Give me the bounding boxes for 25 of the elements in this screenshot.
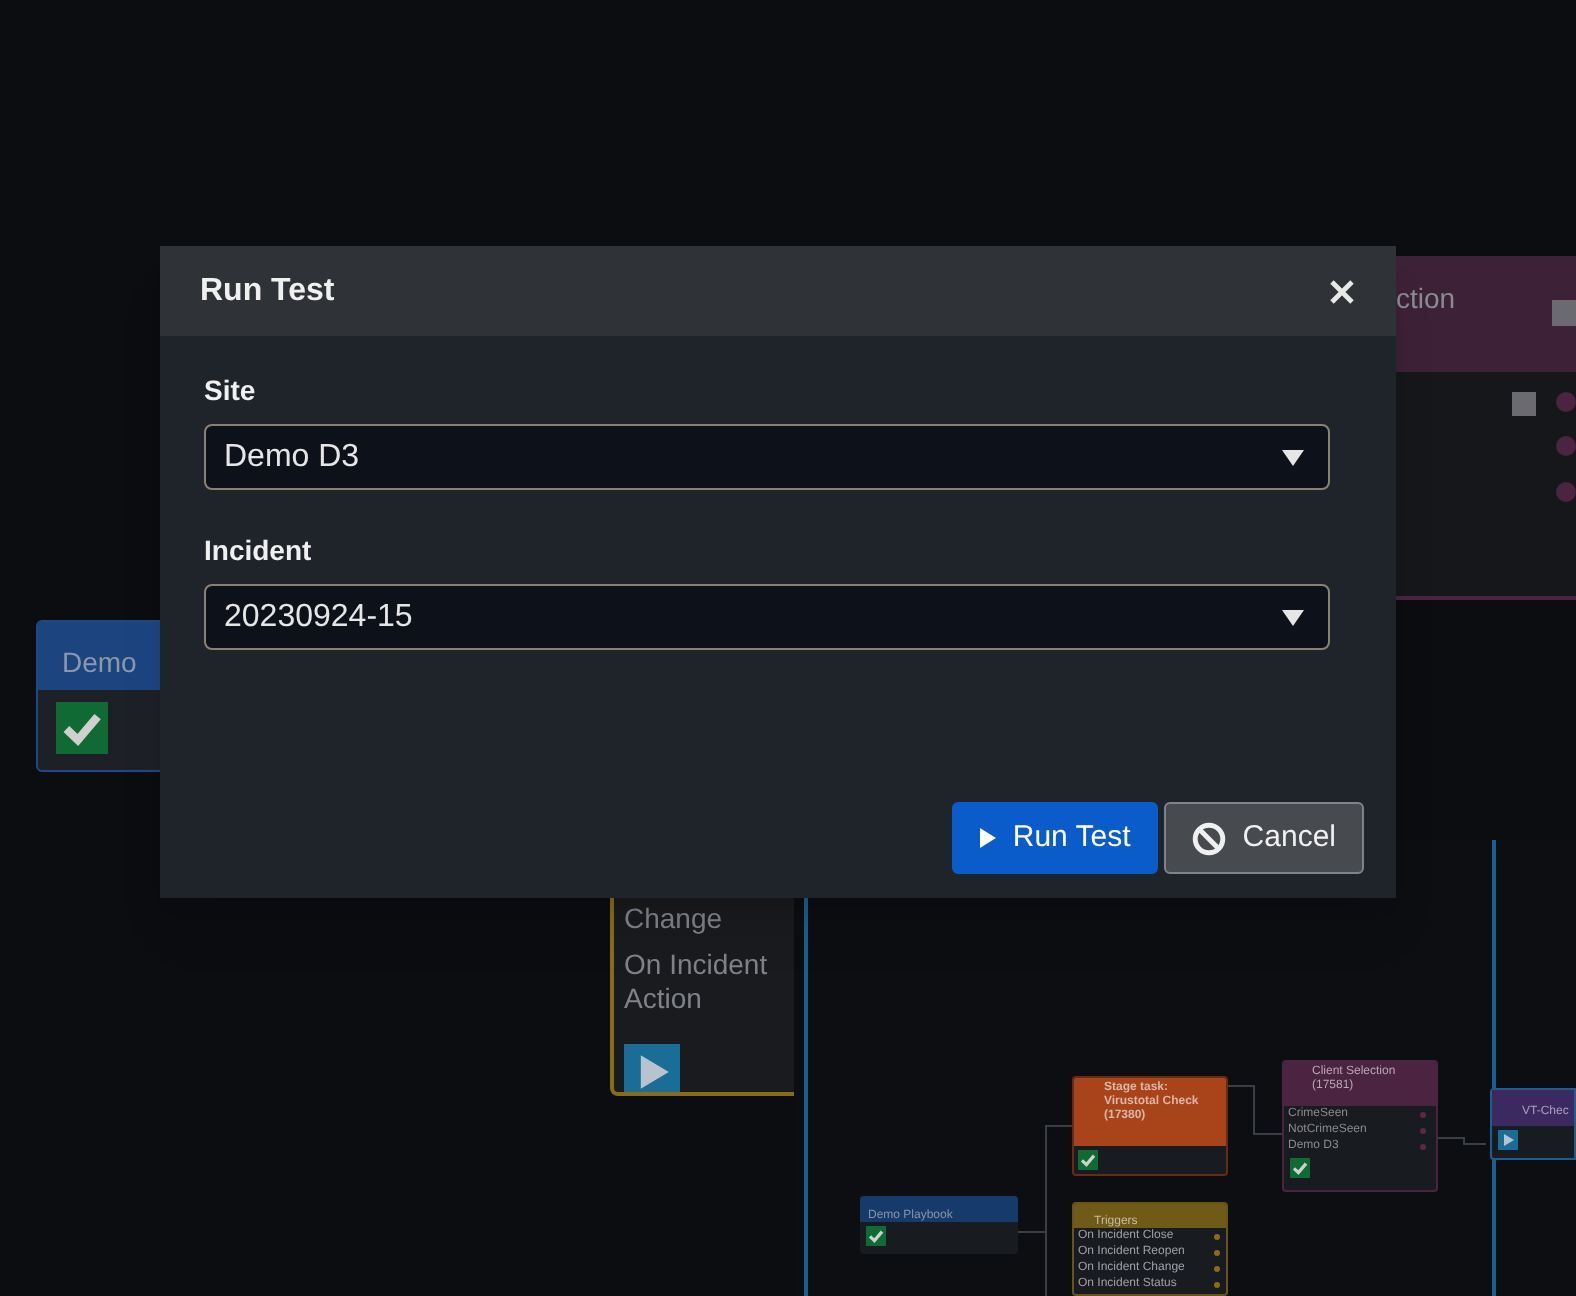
close-button[interactable] <box>1328 277 1356 305</box>
node-text: Change <box>624 902 725 936</box>
select-field[interactable]: Demo D3 <box>204 424 1330 490</box>
check-icon <box>1290 1158 1310 1178</box>
node-text: On Incident <box>624 948 770 982</box>
check-icon <box>866 1226 886 1246</box>
dialog-title: Run Test <box>200 271 335 311</box>
caret-icon <box>1282 608 1304 626</box>
prohibited-icon <box>1192 821 1227 855</box>
cancel-button[interactable]: Cancel <box>1164 802 1364 874</box>
select-field[interactable]: 20230924-15 <box>204 584 1330 650</box>
node-title: ction <box>1396 280 1456 318</box>
node-text: Action <box>624 982 704 1016</box>
play-icon <box>624 1044 680 1092</box>
connector-line <box>1227 1085 1283 1135</box>
caret-icon <box>1282 448 1304 466</box>
check-icon <box>1078 1150 1098 1170</box>
run-button[interactable]: Run Test <box>952 802 1159 874</box>
field-label: Incident <box>204 532 314 568</box>
check-icon <box>56 702 108 754</box>
play-icon <box>1498 1130 1518 1150</box>
connector-line <box>1433 1137 1487 1145</box>
field-label: Site <box>204 372 258 408</box>
play-icon <box>980 828 997 848</box>
node-title: Demo <box>62 646 137 678</box>
